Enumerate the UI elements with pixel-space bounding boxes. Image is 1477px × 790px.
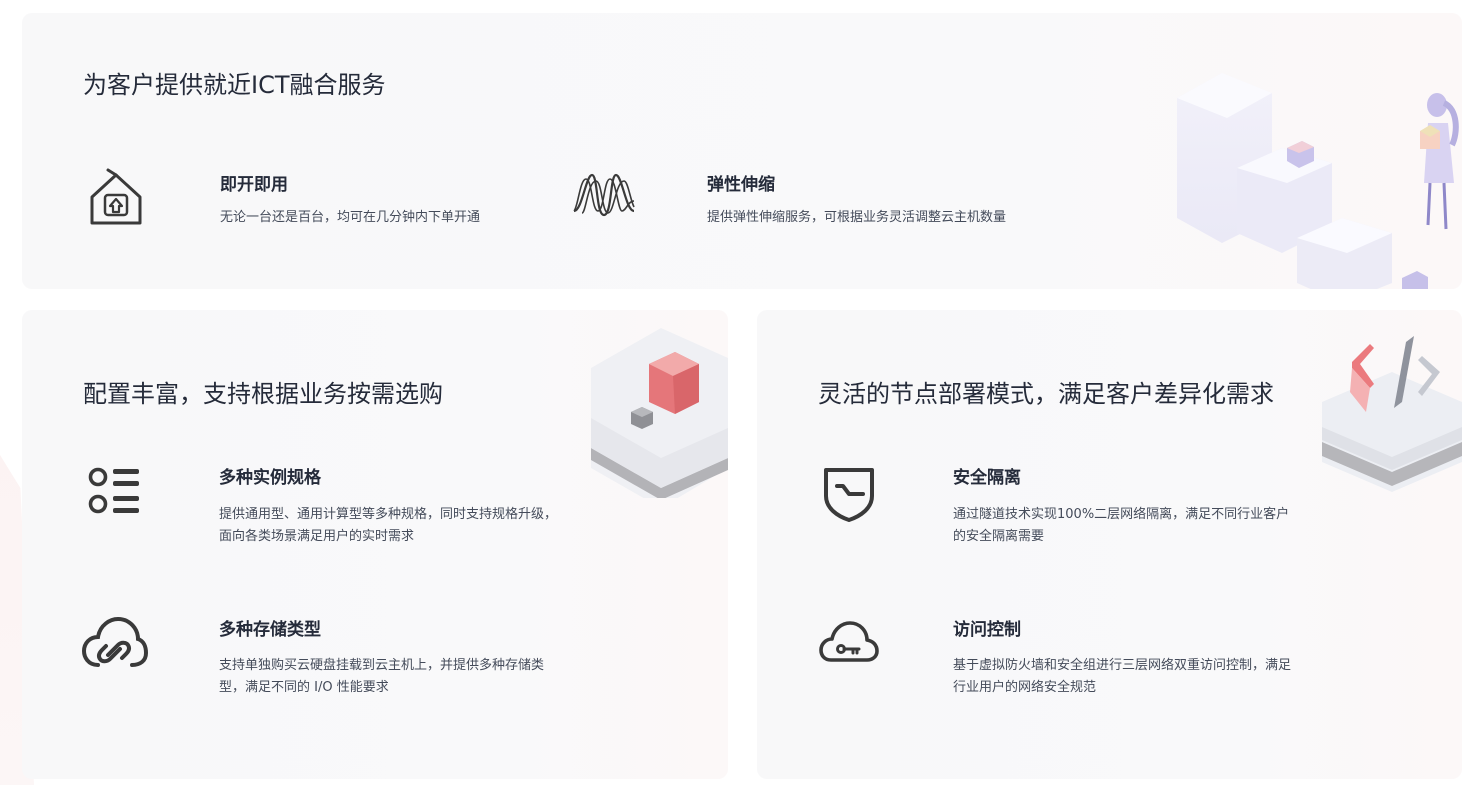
- feature-title: 弹性伸缩: [707, 175, 775, 195]
- feature-description: 通过隧道技术实现100%二层网络隔离，满足不同行业客户的安全隔离需要: [953, 507, 1290, 544]
- feature-description: 无论一台还是百台，均可在几分钟内下单开通: [220, 210, 481, 225]
- feature-description: 提供通用型、通用计算型等多种规格，同时支持规格升级，面向各类场景满足用户的实时需…: [219, 507, 558, 544]
- list-icon: [88, 467, 139, 514]
- ict-service-card: 为客户提供就近ICT融合服务 即开即用 无论一台还是百台，均可在几分钟内下单开通…: [22, 13, 1462, 289]
- feature-description: 提供弹性伸缩服务，可根据业务灵活调整云主机数量: [707, 210, 1007, 225]
- feature-title: 多种存储类型: [219, 620, 321, 640]
- cloud-key-icon: [819, 621, 879, 662]
- shield-icon: [824, 468, 874, 522]
- cube-stairs-illustration: [1177, 73, 1459, 289]
- feature-description: 基于虚拟防火墙和安全组进行三层网络双重访问控制，满足行业用户的网络安全规范: [953, 658, 1292, 695]
- box-in-cube-illustration: [591, 328, 728, 498]
- feature-description: 支持单独购买云硬盘挂载到云主机上，并提供多种存储类型，满足不同的 I/O 性能要…: [219, 658, 545, 695]
- card-title: 配置丰富，支持根据业务按需选购: [83, 380, 443, 408]
- feature-title: 访问控制: [953, 620, 1021, 640]
- wave-icon: [573, 173, 635, 217]
- rich-config-card: 配置丰富，支持根据业务按需选购 多种实例规格 提供通用型、通用计算型等多种规格，…: [22, 310, 728, 779]
- flexible-deploy-card: 灵活的节点部署模式，满足客户差异化需求 安全隔离 通过隧道技术实现100%二层网…: [757, 310, 1462, 779]
- house-upload-icon: [90, 168, 142, 225]
- card-title: 为客户提供就近ICT融合服务: [83, 71, 386, 99]
- page: 为客户提供就近ICT融合服务 即开即用 无论一台还是百台，均可在几分钟内下单开通…: [0, 0, 1477, 790]
- feature-title: 即开即用: [220, 175, 288, 195]
- cloud-link-icon: [82, 616, 148, 667]
- code-blocks-illustration: [1322, 336, 1462, 492]
- feature-title: 多种实例规格: [219, 468, 321, 488]
- card-title: 灵活的节点部署模式，满足客户差异化需求: [818, 380, 1274, 408]
- feature-title: 安全隔离: [953, 468, 1021, 488]
